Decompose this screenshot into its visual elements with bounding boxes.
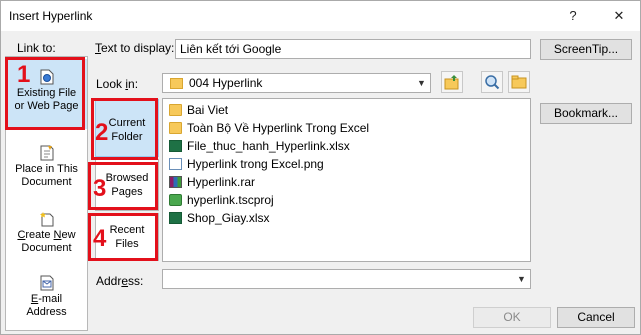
ok-button[interactable]: OK [473,307,551,328]
annotation-number-1: 1 [17,61,31,88]
email-icon [40,275,53,291]
link-place-in-document-label-2: Document [21,176,72,188]
list-item[interactable]: Shop_Giay.xlsx [169,210,269,227]
file-name: Hyperlink.rar [187,175,256,189]
bookmark-button[interactable]: Bookmark... [540,103,632,124]
address-label: Address: [96,274,144,288]
look-in-select[interactable]: 004 Hyperlink ▼ [162,73,431,93]
list-item[interactable]: Hyperlink trong Excel.png [169,156,324,173]
file-name: File_thuc_hanh_Hyperlink.xlsx [187,139,350,153]
text-to-display-label: Text to display: [95,41,175,55]
screentip-button[interactable]: ScreenTip... [540,39,632,60]
image-icon [169,158,182,170]
help-button[interactable]: ? [559,5,587,27]
list-item[interactable]: File_thuc_hanh_Hyperlink.xlsx [169,138,350,155]
file-name: Hyperlink trong Excel.png [187,157,324,171]
link-email-address-label-1: E-mail [30,293,63,305]
link-create-new-document-label-2: Document [21,242,72,254]
camtasia-icon [169,194,182,206]
file-name: Shop_Giay.xlsx [187,211,270,225]
excel-icon [169,140,182,152]
new-document-icon [39,212,53,227]
look-in-value: 004 Hyperlink [189,76,263,90]
text-to-display-input[interactable]: Liên kết tới Google [175,39,531,59]
rar-icon [169,176,182,188]
file-name: Bai Viet [187,103,229,117]
document-place-icon [40,145,53,161]
window-title: Insert Hyperlink [9,9,93,23]
browse-web-icon[interactable] [481,71,503,93]
folder-icon [169,122,182,134]
cancel-button[interactable]: Cancel [557,307,635,328]
folder-icon [170,78,183,89]
title-bar: Insert Hyperlink ? ✕ [1,1,640,31]
link-email-address-button[interactable]: E-mail Address [6,267,87,327]
annotation-number-4: 4 [93,225,107,252]
link-create-new-document-label-1: Create New [17,229,76,241]
look-in-label: Look in: [96,77,139,91]
close-button[interactable]: ✕ [605,5,633,27]
folder-icon [169,104,182,116]
list-item[interactable]: Toàn Bộ Về Hyperlink Trong Excel [169,120,369,137]
insert-hyperlink-dialog: Insert Hyperlink ? ✕ Link to: Existing F… [0,0,641,335]
list-item[interactable]: Bai Viet [169,102,228,119]
link-create-new-document-button[interactable]: Create New Document [6,203,87,263]
link-to-label: Link to: [17,41,56,55]
list-item[interactable]: Hyperlink.rar [169,174,255,191]
file-list[interactable]: Bai Viet Toàn Bộ Về Hyperlink Trong Exce… [162,98,531,262]
file-name: Toàn Bộ Về Hyperlink Trong Excel [187,121,370,135]
browse-file-icon[interactable] [508,71,530,93]
up-one-folder-icon[interactable] [441,71,463,93]
chevron-down-icon: ▼ [517,274,526,284]
annotation-number-2: 2 [95,119,109,146]
list-item[interactable]: hyperlink.tscproj [169,192,274,209]
file-name: hyperlink.tscproj [187,193,274,207]
link-place-in-document-button[interactable]: Place in This Document [6,137,87,197]
link-place-in-document-label-1: Place in This [15,163,78,175]
link-email-address-label-2: Address [26,306,67,318]
excel-icon [169,212,182,224]
annotation-number-3: 3 [93,175,107,202]
address-input[interactable]: ▼ [162,269,531,289]
chevron-down-icon: ▼ [417,78,426,88]
